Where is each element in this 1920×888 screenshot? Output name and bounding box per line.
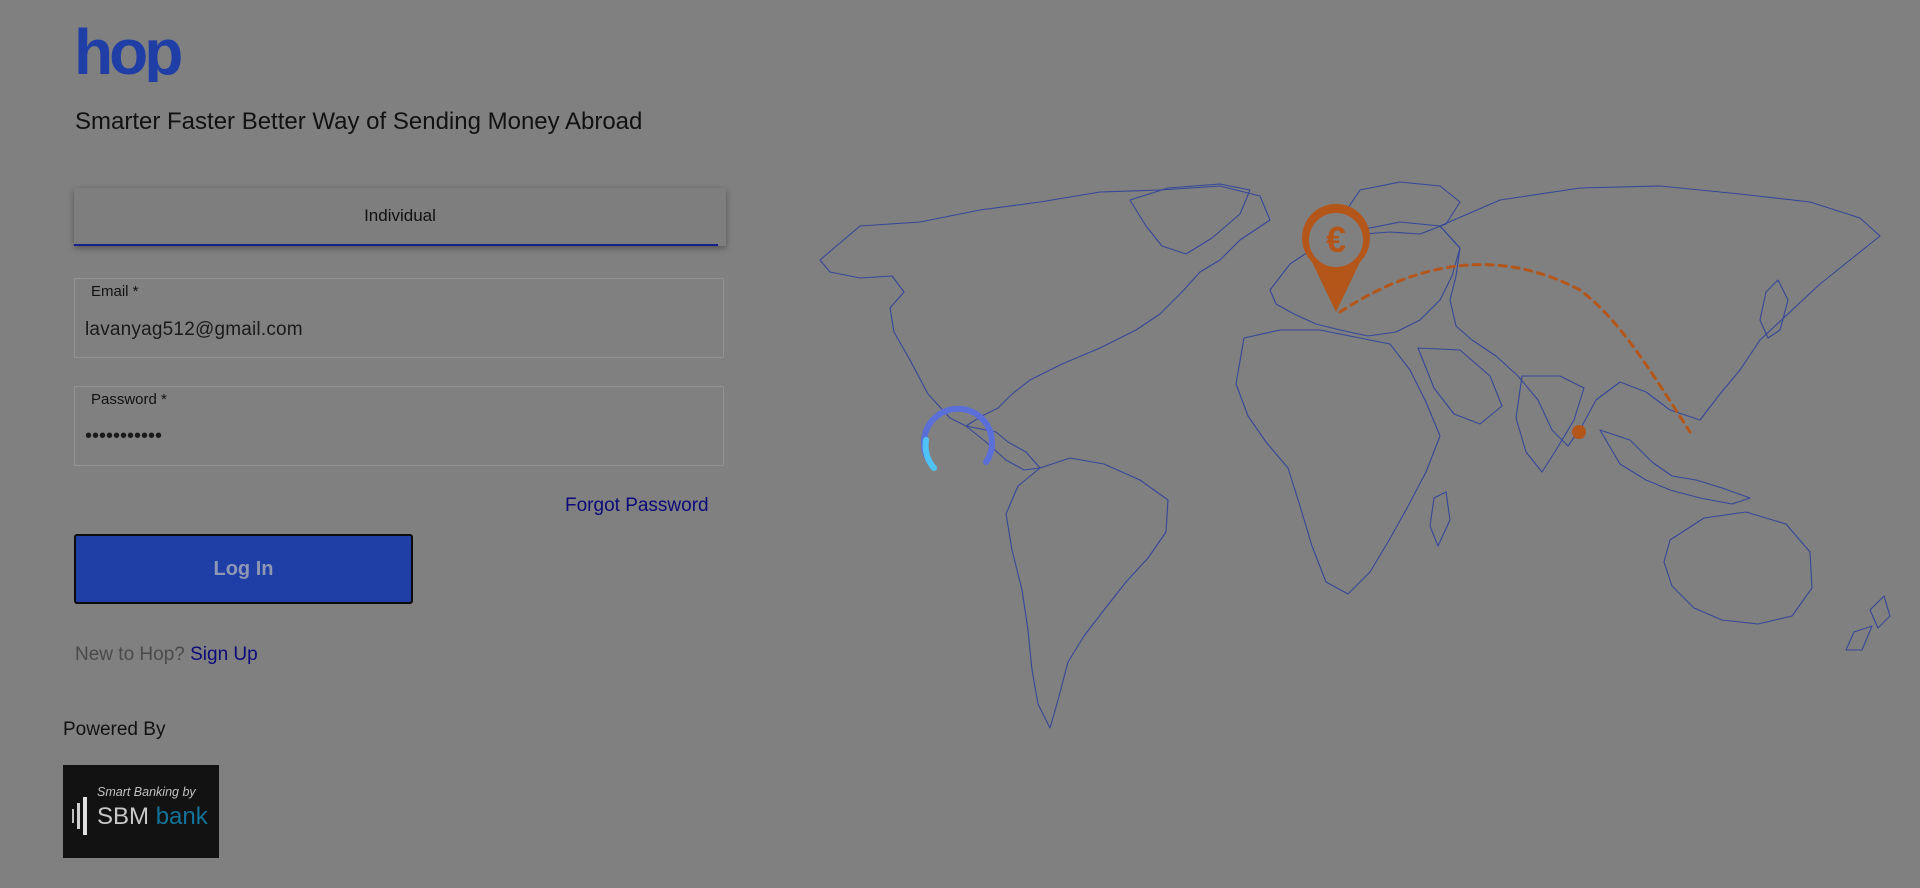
tagline: Smarter Faster Better Way of Sending Mon… xyxy=(75,108,643,135)
map-north-america xyxy=(819,185,1271,427)
loading-spinner-icon xyxy=(921,405,995,471)
map-asia xyxy=(1439,185,1881,447)
password-field[interactable]: Password * ••••••••••• xyxy=(74,386,724,466)
map-greenland xyxy=(1129,183,1251,255)
sbm-bars-icon xyxy=(72,797,87,835)
sbm-name: SBM bank xyxy=(97,803,208,831)
tab-individual[interactable]: Individual xyxy=(74,188,726,246)
map-south-america xyxy=(1005,457,1169,729)
email-input[interactable]: lavanyag512@gmail.com xyxy=(85,319,303,341)
map-southeast-asia xyxy=(1599,429,1751,505)
map-india xyxy=(1515,375,1585,473)
password-input[interactable]: ••••••••••• xyxy=(85,425,162,448)
sbm-bank-logo: Smart Banking by SBM bank xyxy=(63,765,219,858)
map-japan xyxy=(1759,279,1789,339)
forgot-password-link[interactable]: Forgot Password xyxy=(565,495,709,517)
sbm-name-bank: bank xyxy=(155,803,208,830)
map-new-zealand xyxy=(1845,595,1891,651)
password-label: Password * xyxy=(91,391,167,408)
svg-text:hop: hop xyxy=(74,24,181,82)
signup-row: New to Hop? Sign Up xyxy=(75,644,258,666)
powered-by-label: Powered By xyxy=(63,719,166,740)
email-field[interactable]: Email * lavanyag512@gmail.com xyxy=(74,278,724,358)
sbm-tagline: Smart Banking by xyxy=(97,785,196,799)
signup-link[interactable]: Sign Up xyxy=(190,644,258,665)
tab-active-indicator xyxy=(74,244,718,246)
login-button[interactable]: Log In xyxy=(74,534,413,604)
destination-dot xyxy=(1572,425,1586,439)
map-africa xyxy=(1235,329,1441,595)
svg-text:€: € xyxy=(1326,219,1346,260)
sbm-name-main: SBM xyxy=(97,803,150,830)
euro-pin-icon: € xyxy=(1302,203,1370,312)
tab-individual-label: Individual xyxy=(364,206,436,225)
map-australia xyxy=(1663,511,1813,625)
signup-prompt: New to Hop? xyxy=(75,644,185,665)
hop-logo: hop xyxy=(74,24,185,82)
map-madagascar xyxy=(1429,491,1451,547)
transfer-route-line xyxy=(1338,263,1692,434)
email-label: Email * xyxy=(91,283,139,300)
